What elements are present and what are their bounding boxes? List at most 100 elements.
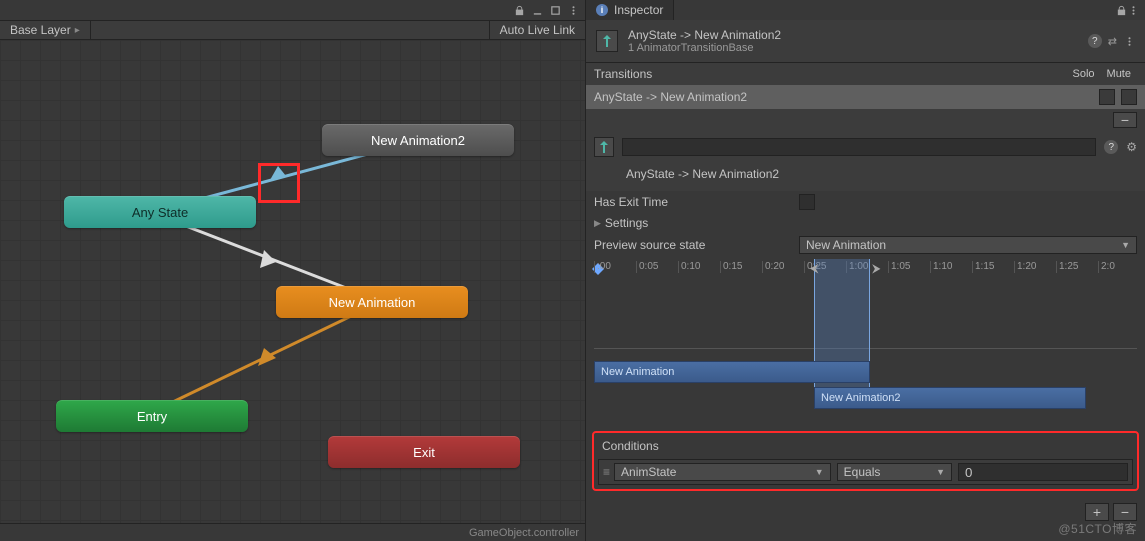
has-exit-time-checkbox[interactable] — [799, 194, 815, 210]
animator-statusbar: GameObject.controller — [0, 523, 585, 541]
loop-end-icon[interactable]: ⮞ — [872, 261, 881, 276]
ruler-tick: 1:15 — [972, 261, 994, 273]
preview-source-state-dropdown[interactable]: New Animation ▼ — [799, 236, 1137, 254]
transition-item-label: AnyState -> New Animation2 — [594, 90, 747, 104]
node-label: Entry — [137, 409, 167, 424]
minimize-icon[interactable] — [531, 4, 543, 16]
transition-name-bar: ? ⚙ — [586, 131, 1145, 163]
inspector-header: AnyState -> New Animation2 1 AnimatorTra… — [586, 20, 1145, 62]
chevron-right-icon: ▶ — [594, 218, 601, 229]
menu-icon[interactable] — [1123, 35, 1135, 47]
node-label: Exit — [413, 445, 435, 460]
help-icon[interactable]: ? — [1088, 34, 1102, 48]
node-new-animation[interactable]: New Animation — [276, 286, 468, 318]
conditions-title: Conditions — [598, 437, 1133, 459]
animator-graph[interactable]: Any State New Animation2 New Animation E… — [0, 40, 585, 523]
ruler-tick: 1:20 — [1014, 261, 1036, 273]
lock-icon[interactable] — [1115, 4, 1127, 16]
remove-condition-button[interactable]: − — [1113, 503, 1137, 521]
inspector-panel: i Inspector AnyState -> New Animation2 1… — [585, 0, 1145, 541]
node-label: New Animation2 — [371, 133, 465, 148]
help-icon[interactable]: ? — [1104, 140, 1118, 154]
condition-row: ≡ AnimState ▼ Equals ▼ — [598, 459, 1133, 485]
clip-new-animation2[interactable]: New Animation2 — [814, 387, 1086, 409]
gear-icon[interactable]: ⚙ — [1126, 140, 1137, 154]
settings-foldout[interactable]: ▶ Settings — [586, 213, 1145, 233]
remove-transition-button[interactable]: − — [1113, 112, 1137, 128]
inspector-title: AnyState -> New Animation2 — [628, 28, 781, 42]
animator-toolbar: Base Layer ▸ Auto Live Link — [0, 20, 585, 40]
breadcrumb-label: Base Layer — [10, 23, 71, 37]
drag-handle-icon[interactable]: ≡ — [603, 465, 608, 479]
ruler-tick: 1:25 — [1056, 261, 1078, 273]
auto-live-link-toggle[interactable]: Auto Live Link — [489, 21, 585, 39]
solo-label: Solo — [1067, 68, 1101, 80]
info-icon: i — [596, 4, 608, 16]
timeline-body[interactable]: ⮜ ⮞ — [594, 279, 1137, 349]
ruler-tick: 0:15 — [720, 261, 742, 273]
ruler-tick: 0:20 — [762, 261, 784, 273]
inspector-tabbar: i Inspector — [586, 0, 1145, 20]
condition-param-dropdown[interactable]: AnimState ▼ — [614, 463, 831, 481]
chevron-down-icon: ▼ — [815, 467, 824, 477]
transitions-label: Transitions — [594, 67, 652, 81]
has-exit-time-row: Has Exit Time — [586, 191, 1145, 213]
auto-live-link-label: Auto Live Link — [500, 23, 575, 37]
node-label: Any State — [132, 205, 188, 220]
condition-value-field[interactable] — [958, 463, 1128, 481]
conditions-section: Conditions ≡ AnimState ▼ Equals ▼ — [592, 431, 1139, 491]
solo-checkbox[interactable] — [1099, 89, 1115, 105]
loop-start-icon[interactable]: ⮜ — [810, 261, 819, 276]
ruler-tick: 1:05 — [888, 261, 910, 273]
animator-panel: Base Layer ▸ Auto Live Link Any State Ne… — [0, 0, 585, 541]
chevron-down-icon: ▼ — [1121, 240, 1130, 250]
dropdown-value: New Animation — [806, 238, 886, 252]
mute-label: Mute — [1101, 68, 1137, 80]
clip-label: New Animation — [601, 366, 674, 378]
transition-name-field[interactable] — [622, 138, 1096, 156]
ruler-tick: :00 — [594, 261, 611, 273]
has-exit-time-label: Has Exit Time — [594, 195, 799, 209]
ruler-tick: 0:05 — [636, 261, 658, 273]
node-new-animation2[interactable]: New Animation2 — [322, 124, 514, 156]
tab-inspector[interactable]: i Inspector — [586, 0, 674, 20]
status-file-label: GameObject.controller — [469, 527, 579, 539]
transition-list-item[interactable]: AnyState -> New Animation2 — [586, 85, 1145, 109]
clip-label: New Animation2 — [821, 392, 901, 404]
selected-transition-label: AnyState -> New Animation2 — [586, 163, 1145, 191]
maximize-icon[interactable] — [549, 4, 561, 16]
ruler-tick: 0:10 — [678, 261, 700, 273]
node-exit[interactable]: Exit — [328, 436, 520, 468]
node-label: New Animation — [329, 295, 416, 310]
menu-icon[interactable] — [1127, 4, 1139, 16]
clip-new-animation[interactable]: New Animation — [594, 361, 870, 383]
node-any-state[interactable]: Any State — [64, 196, 256, 228]
mute-checkbox[interactable] — [1121, 89, 1137, 105]
preview-source-state-label: Preview source state — [594, 238, 799, 252]
transition-remove-row: − — [586, 109, 1145, 131]
add-condition-button[interactable]: + — [1085, 503, 1109, 521]
transition-icon — [594, 137, 614, 157]
dropdown-value: AnimState — [621, 465, 676, 479]
dopesheet[interactable]: New Animation New Animation2 — [594, 357, 1137, 413]
conditions-buttons: + − — [586, 499, 1145, 525]
ruler-tick: 1:10 — [930, 261, 952, 273]
ruler-tick: 2:0 — [1098, 261, 1115, 273]
tab-label: Inspector — [614, 3, 663, 17]
chevron-down-icon: ▼ — [936, 467, 945, 477]
dropdown-value: Equals — [844, 465, 881, 479]
chevron-right-icon: ▸ — [75, 25, 80, 36]
inspector-subtitle: 1 AnimatorTransitionBase — [628, 42, 781, 54]
timeline: :000:050:100:150:200:251:001:051:101:151… — [586, 257, 1145, 423]
settings-label: Settings — [605, 216, 648, 230]
lock-icon[interactable] — [513, 4, 525, 16]
breadcrumb[interactable]: Base Layer ▸ — [0, 21, 91, 39]
menu-icon[interactable] — [567, 4, 579, 16]
condition-comparator-dropdown[interactable]: Equals ▼ — [837, 463, 952, 481]
transition-icon — [596, 30, 618, 52]
preset-icon[interactable]: ⇄ — [1108, 35, 1117, 48]
highlight-box-transition — [258, 163, 300, 203]
transitions-header: Transitions Solo Mute — [586, 62, 1145, 85]
animator-window-buttons — [0, 0, 585, 20]
node-entry[interactable]: Entry — [56, 400, 248, 432]
